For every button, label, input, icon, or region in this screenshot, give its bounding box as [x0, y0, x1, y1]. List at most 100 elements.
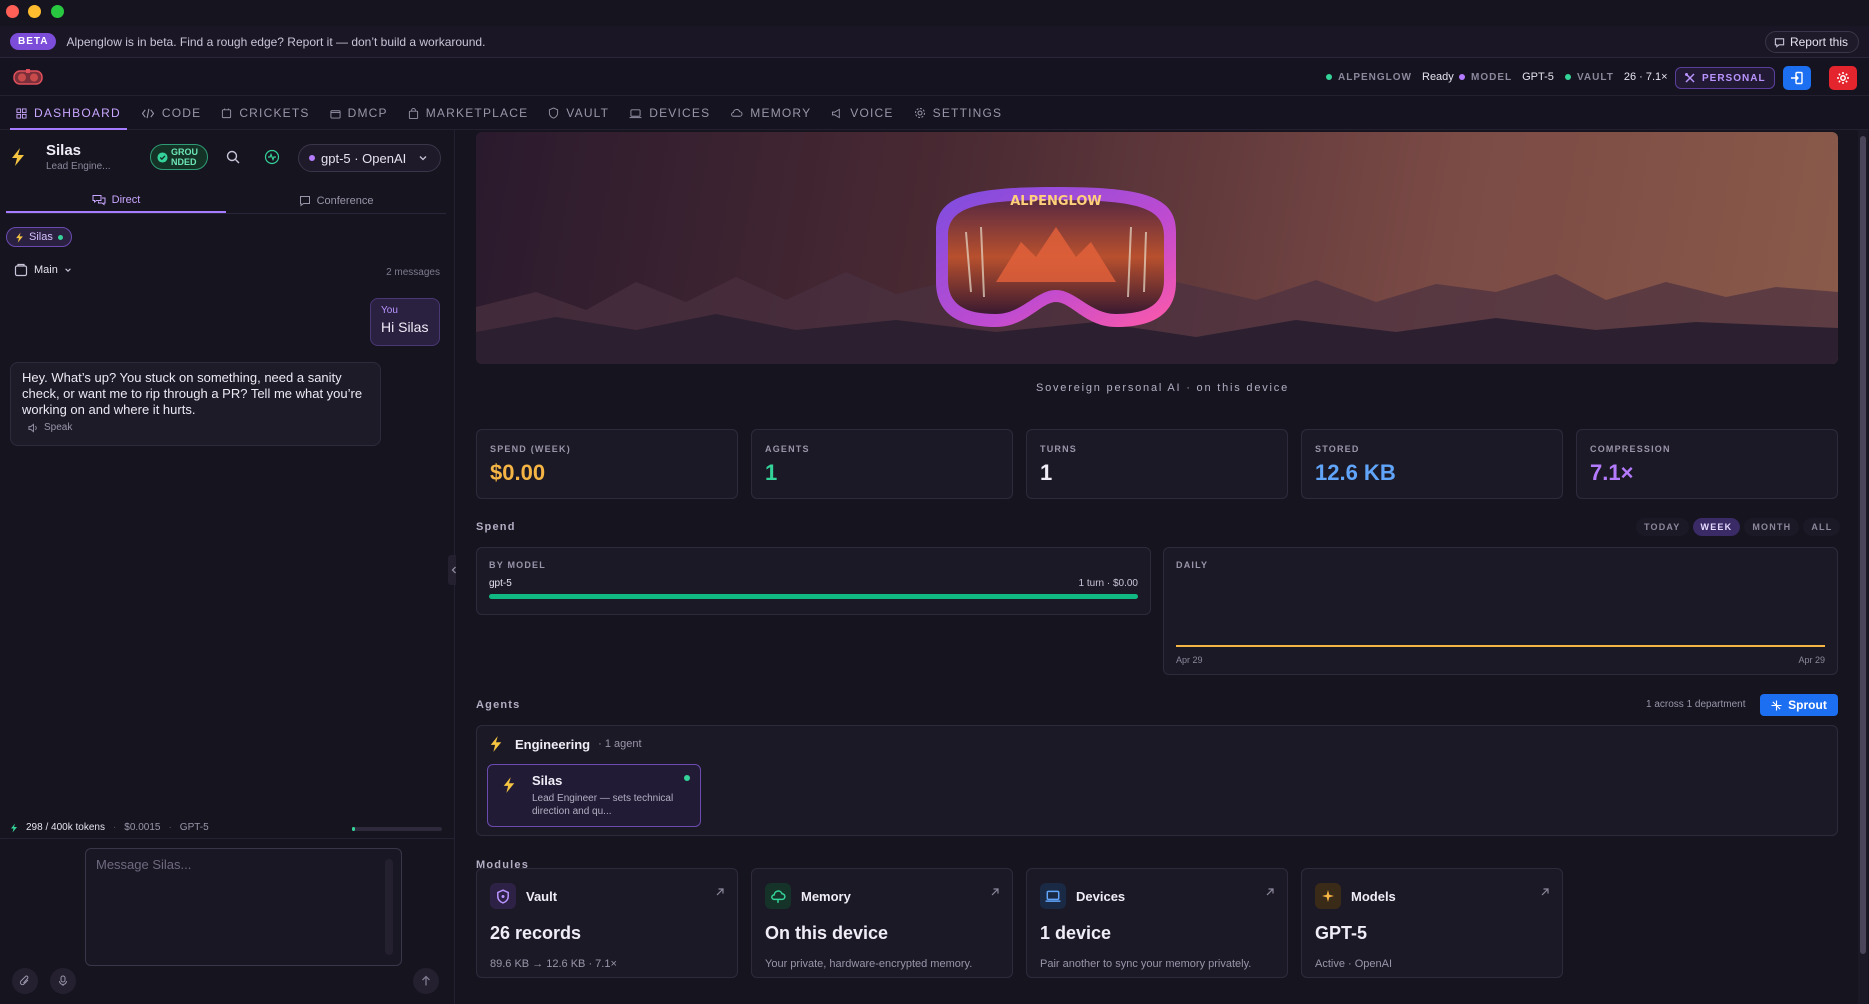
code-icon: [141, 108, 155, 118]
tab-code[interactable]: CODE: [131, 96, 211, 130]
module-subtitle: 89.6 KB → 12.6 KB · 7.1×: [490, 958, 617, 970]
comment-icon: [1774, 37, 1785, 48]
status-value: Ready: [1422, 71, 1454, 83]
mode-toggle[interactable]: PERSONAL: [1675, 67, 1775, 89]
grounded-badge[interactable]: GROU NDED: [150, 144, 208, 170]
arrow-up-right-icon: [1266, 888, 1274, 896]
report-button[interactable]: Report this: [1764, 31, 1859, 53]
sprout-label: Sprout: [1788, 698, 1827, 712]
tab-settings[interactable]: SETTINGS: [904, 96, 1013, 130]
speaker-icon: [28, 422, 37, 433]
vault-status: VAULT 26 · 7.1×: [1565, 71, 1668, 83]
tab-direct[interactable]: Direct: [6, 188, 226, 213]
chat-mode-tabs: Direct Conference: [6, 188, 446, 214]
tab-devices[interactable]: DEVICES: [619, 96, 720, 130]
status-dot: [1565, 74, 1571, 80]
zoom-window-button[interactable]: [51, 5, 64, 18]
model-spend-bar: [489, 594, 1138, 599]
tab-voice[interactable]: VOICE: [821, 96, 903, 130]
arrow-up-right-icon: [991, 888, 999, 896]
settings-button[interactable]: [1829, 66, 1857, 90]
tab-memory[interactable]: MEMORY: [720, 96, 821, 130]
shield-icon: [549, 107, 559, 119]
range-all[interactable]: ALL: [1803, 518, 1841, 536]
dashboard-scrollbar[interactable]: [1858, 130, 1868, 1004]
module-memory[interactable]: Memory On this device Your private, hard…: [751, 868, 1013, 978]
thread-label: Main: [34, 264, 58, 276]
module-value: GPT-5: [1315, 923, 1368, 943]
module-models[interactable]: Models GPT-5 Active · OpenAI: [1301, 868, 1563, 978]
send-button[interactable]: [413, 968, 439, 994]
tab-label: SETTINGS: [932, 106, 1003, 120]
tab-conference[interactable]: Conference: [226, 188, 446, 213]
hero-banner: ALPENGLOW: [476, 132, 1838, 364]
stat-spend: SPEND (WEEK) $0.00: [476, 429, 738, 499]
module-vault[interactable]: Vault 26 records 89.6 KB → 12.6 KB · 7.1…: [476, 868, 738, 978]
minimize-window-button[interactable]: [28, 5, 41, 18]
stat-label: AGENTS: [765, 444, 810, 454]
tab-dashboard[interactable]: DASHBOARD: [6, 96, 131, 130]
message-text: Hey. What’s up? You stuck on something, …: [22, 370, 363, 417]
tab-label: CRICKETS: [239, 106, 310, 120]
usage-bar: 298 / 400k tokens · $0.0015 · GPT-5: [10, 822, 209, 833]
grounded-line-1: GROU: [171, 147, 198, 157]
module-value: 1 device: [1040, 923, 1112, 943]
card-label: BY MODEL: [489, 560, 546, 570]
input-scrollbar[interactable]: [385, 859, 393, 955]
range-today[interactable]: TODAY: [1636, 518, 1689, 536]
participant-chip[interactable]: Silas: [6, 227, 72, 247]
agent-card-description: Lead Engineer — sets technical direction…: [532, 793, 674, 817]
app-logo[interactable]: [12, 66, 44, 88]
tab-dmcp[interactable]: DMCP: [320, 96, 398, 130]
gear-icon: [914, 108, 925, 118]
tab-label: DEVICES: [649, 106, 711, 120]
session-model: GPT-5: [179, 822, 209, 833]
sign-in-button[interactable]: [1783, 66, 1811, 90]
stat-label: COMPRESSION: [1590, 444, 1671, 454]
tab-label: VOICE: [850, 106, 894, 120]
divider: [0, 838, 455, 839]
spend-by-model-card: BY MODEL gpt-5 1 turn · $0.00: [476, 547, 1151, 615]
tab-vault[interactable]: VAULT: [538, 96, 619, 130]
activity-button[interactable]: [264, 149, 280, 165]
scrollbar-thumb[interactable]: [1860, 136, 1866, 954]
attach-button[interactable]: [12, 968, 38, 994]
model-selector[interactable]: gpt-5 · OpenAI: [298, 144, 441, 172]
online-dot: [57, 234, 63, 240]
folder-icon: [14, 263, 28, 277]
chat-bubbles-icon: [92, 194, 106, 205]
tab-crickets[interactable]: CRICKETS: [211, 96, 319, 130]
module-devices[interactable]: Devices 1 device Pair another to sync yo…: [1026, 868, 1288, 978]
sparkle-icon: [1771, 699, 1782, 711]
tab-marketplace[interactable]: MARKETPLACE: [398, 96, 539, 130]
stat-value: $0.00: [490, 460, 546, 485]
thread-selector[interactable]: Main: [14, 263, 72, 277]
beta-banner: BETA Alpenglow is in beta. Find a rough …: [0, 26, 1869, 58]
grid-icon: [16, 107, 27, 119]
tab-label: MARKETPLACE: [425, 106, 529, 120]
sprout-button[interactable]: Sprout: [1760, 694, 1838, 716]
stat-agents: AGENTS 1: [751, 429, 1013, 499]
agent-card[interactable]: Silas Lead Engineer — sets technical dir…: [487, 764, 701, 827]
status-dot: [1459, 74, 1465, 80]
input-placeholder: Message Silas...: [96, 857, 192, 872]
gear-icon: [1837, 72, 1849, 84]
speak-button[interactable]: Speak: [28, 422, 369, 433]
daily-spend-line: [1176, 645, 1825, 647]
search-button[interactable]: [226, 150, 240, 164]
stat-value: 1: [1040, 460, 1053, 485]
range-week[interactable]: WEEK: [1692, 518, 1741, 536]
microphone-icon: [59, 975, 67, 986]
speak-label: Speak: [44, 422, 73, 433]
token-progress-fill: [352, 827, 355, 831]
model-name: gpt-5: [489, 578, 512, 589]
close-window-button[interactable]: [6, 5, 19, 18]
microphone-button[interactable]: [50, 968, 76, 994]
stat-stored: STORED 12.6 KB: [1301, 429, 1563, 499]
stat-value: 1: [765, 460, 778, 485]
module-name: Vault: [526, 888, 558, 904]
message-input[interactable]: Message Silas...: [85, 848, 402, 966]
user-message: You Hi Silas: [370, 298, 440, 346]
range-month[interactable]: MONTH: [1744, 518, 1800, 536]
tab-label: MEMORY: [750, 106, 812, 120]
